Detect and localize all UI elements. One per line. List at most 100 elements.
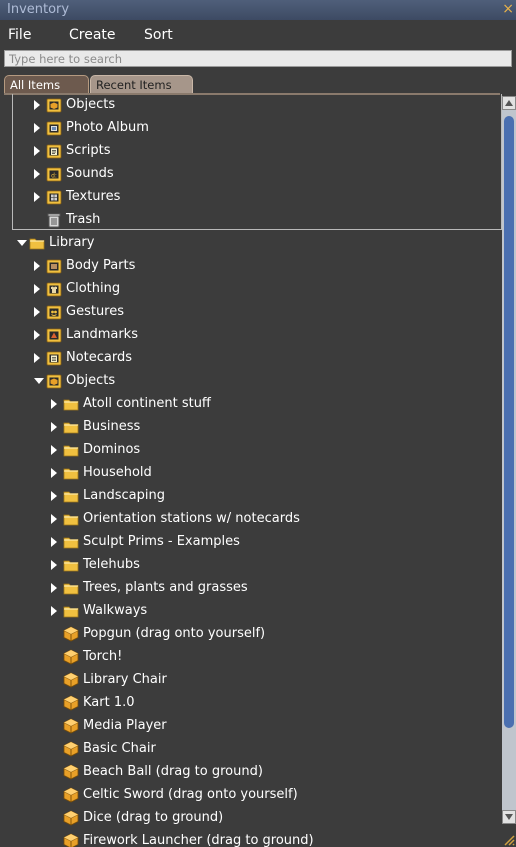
tree-item[interactable]: Scripts (0, 140, 500, 163)
collapsed-arrow-icon[interactable] (51, 514, 57, 524)
tree-item-label: Sculpt Prims - Examples (83, 534, 240, 549)
tree-item[interactable]: Textures (0, 186, 500, 209)
tree-item[interactable]: Basic Chair (0, 738, 500, 761)
notecards-folder-icon (46, 350, 62, 366)
tree-item[interactable]: Objects (0, 94, 500, 117)
collapsed-arrow-icon[interactable] (34, 307, 40, 317)
scripts-folder-icon (46, 143, 62, 159)
tree-item[interactable]: Dominos (0, 439, 500, 462)
search-input[interactable] (5, 51, 511, 66)
tree-item-label: Landmarks (66, 327, 138, 342)
collapsed-arrow-icon[interactable] (34, 284, 40, 294)
tree-item-label: Walkways (83, 603, 148, 618)
tree-item-label: Popgun (drag onto yourself) (83, 626, 266, 641)
expanded-arrow-icon[interactable] (17, 240, 27, 246)
collapsed-arrow-icon[interactable] (51, 422, 57, 432)
menu-file[interactable]: File (8, 27, 31, 43)
window-title: Inventory (7, 2, 70, 17)
folder-icon (63, 396, 79, 412)
tree-item[interactable]: Notecards (0, 347, 500, 370)
tree-item-label: Household (83, 465, 152, 480)
collapsed-arrow-icon[interactable] (34, 169, 40, 179)
objects-folder-icon (46, 373, 62, 389)
scroll-up-button[interactable] (502, 96, 516, 110)
object-box-icon (63, 741, 79, 757)
collapsed-arrow-icon[interactable] (34, 261, 40, 271)
collapsed-arrow-icon[interactable] (34, 330, 40, 340)
tree-item-label: Trash (66, 212, 101, 227)
tab-all-items[interactable]: All Items (4, 75, 89, 93)
expanded-arrow-icon[interactable] (34, 378, 44, 384)
tree-item[interactable]: Telehubs (0, 554, 500, 577)
folder-icon (63, 534, 79, 550)
tree-item[interactable]: Library Chair (0, 669, 500, 692)
collapsed-arrow-icon[interactable] (51, 399, 57, 409)
collapsed-arrow-icon[interactable] (51, 445, 57, 455)
collapsed-arrow-icon[interactable] (34, 146, 40, 156)
collapsed-arrow-icon[interactable] (51, 468, 57, 478)
tree-item[interactable]: Popgun (drag onto yourself) (0, 623, 500, 646)
collapsed-arrow-icon[interactable] (51, 537, 57, 547)
close-icon[interactable]: × (502, 1, 514, 17)
tree-item[interactable]: Clothing (0, 278, 500, 301)
tree-item[interactable]: Firework Launcher (drag to ground) (0, 830, 500, 847)
folder-icon (63, 557, 79, 573)
tab-recent-items[interactable]: Recent Items (90, 75, 193, 93)
menu-create[interactable]: Create (69, 27, 116, 43)
clothing-folder-icon (46, 281, 62, 297)
folder-icon (63, 488, 79, 504)
collapsed-arrow-icon[interactable] (34, 100, 40, 110)
collapsed-arrow-icon[interactable] (51, 606, 57, 616)
vertical-scrollbar[interactable] (502, 96, 516, 824)
collapsed-arrow-icon[interactable] (51, 491, 57, 501)
tree-item-label: Objects (66, 97, 116, 112)
tree-item[interactable]: Objects (0, 370, 500, 393)
scroll-down-button[interactable] (502, 810, 516, 824)
folder-icon (63, 580, 79, 596)
tree-item[interactable]: Landscaping (0, 485, 500, 508)
tree-item[interactable]: Photo Album (0, 117, 500, 140)
resize-grip-icon[interactable] (503, 834, 515, 846)
tree-item-label: Basic Chair (83, 741, 156, 756)
menu-sort[interactable]: Sort (144, 27, 173, 43)
object-box-icon (63, 833, 79, 847)
object-box-icon (63, 787, 79, 803)
tree-item-label: Media Player (83, 718, 167, 733)
collapsed-arrow-icon[interactable] (34, 192, 40, 202)
tree-item[interactable]: d: Sounds (0, 163, 500, 186)
tree-item[interactable]: Trash (0, 209, 500, 232)
tree-item[interactable]: Kart 1.0 (0, 692, 500, 715)
collapsed-arrow-icon[interactable] (34, 353, 40, 363)
tab-bar: All Items Recent Items (4, 75, 512, 95)
tree-item[interactable]: Household (0, 462, 500, 485)
tree-item[interactable]: Torch! (0, 646, 500, 669)
tree-item[interactable]: Business (0, 416, 500, 439)
inventory-tree: Objects Photo Album Scripts d: Sounds Texture… (0, 94, 502, 847)
tree-item[interactable]: Landmarks (0, 324, 500, 347)
tree-item[interactable]: Beach Ball (drag to ground) (0, 761, 500, 784)
tree-item[interactable]: Library (0, 232, 500, 255)
folder-icon (63, 442, 79, 458)
tree-item[interactable]: Celtic Sword (drag onto yourself) (0, 784, 500, 807)
folder-icon (63, 511, 79, 527)
tree-item[interactable]: Sculpt Prims - Examples (0, 531, 500, 554)
menu-bar: File Create Sort (0, 20, 516, 48)
tree-item[interactable]: Body Parts (0, 255, 500, 278)
tree-item-label: Trees, plants and grasses (83, 580, 248, 595)
collapsed-arrow-icon[interactable] (34, 123, 40, 133)
tree-item[interactable]: Walkways (0, 600, 500, 623)
collapsed-arrow-icon[interactable] (51, 583, 57, 593)
tree-item-label: Kart 1.0 (83, 695, 135, 710)
folder-icon (29, 235, 45, 251)
tree-item[interactable]: Trees, plants and grasses (0, 577, 500, 600)
tree-item[interactable]: Gestures (0, 301, 500, 324)
tree-item-label: Atoll continent stuff (83, 396, 211, 411)
title-bar[interactable]: Inventory × (0, 0, 516, 20)
tree-item[interactable]: Dice (drag to ground) (0, 807, 500, 830)
tree-item[interactable]: Orientation stations w/ notecards (0, 508, 500, 531)
collapsed-arrow-icon[interactable] (51, 560, 57, 570)
tree-item[interactable]: Atoll continent stuff (0, 393, 500, 416)
tree-item[interactable]: Media Player (0, 715, 500, 738)
scroll-thumb[interactable] (504, 116, 514, 728)
tree-item-label: Orientation stations w/ notecards (83, 511, 300, 526)
